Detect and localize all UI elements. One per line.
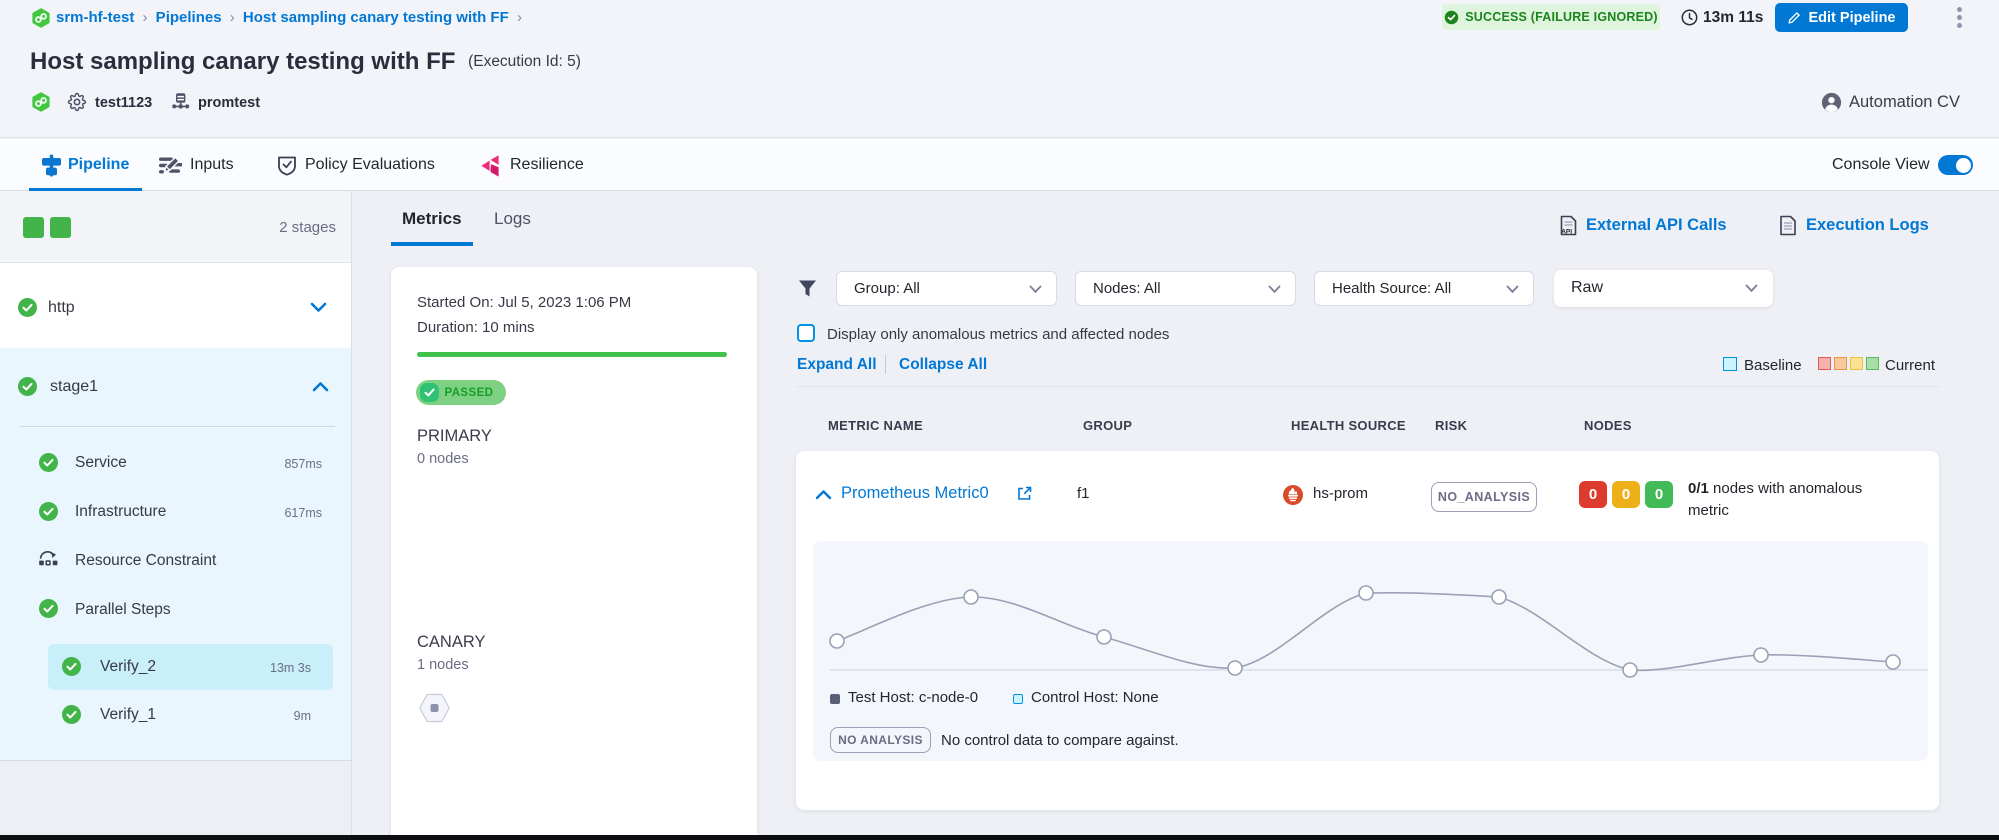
svg-text:API: API (1561, 228, 1572, 235)
